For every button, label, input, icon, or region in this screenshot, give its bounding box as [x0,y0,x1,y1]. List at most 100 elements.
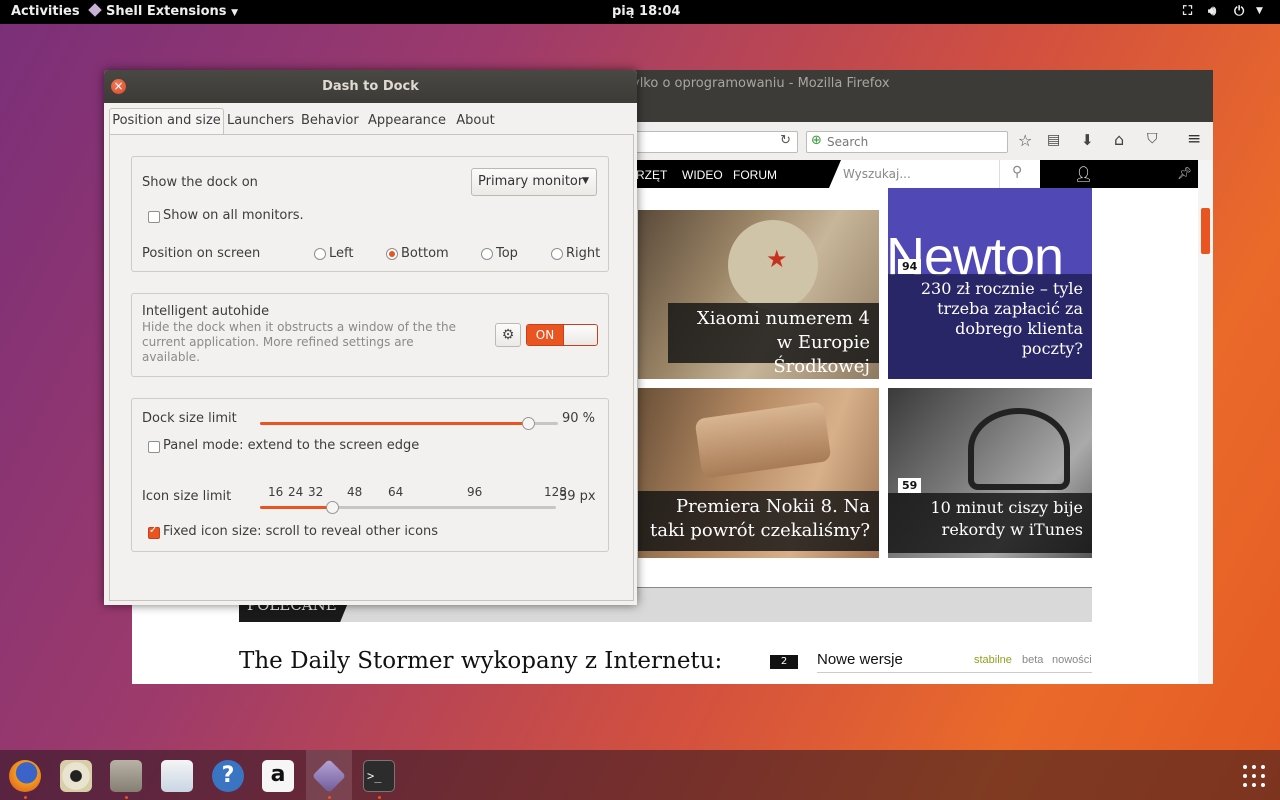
toggle-knob [563,325,597,345]
search-placeholder: Search [827,135,869,149]
position-right-label[interactable]: Right [566,246,600,261]
files-icon[interactable] [110,760,142,792]
tab-behavior[interactable]: Behavior [301,109,359,133]
versions-tab-new[interactable]: nowości [1052,654,1092,666]
article-headline[interactable]: The Daily Stormer wykopany z Internetu: [239,648,722,674]
page-scrollbar[interactable] [1198,160,1213,684]
fixed-icon-size-label[interactable]: Fixed icon size: scroll to reveal other … [163,524,438,539]
system-menu-chevron-icon[interactable]: ▼ [1256,6,1263,16]
position-bottom-label[interactable]: Bottom [401,246,449,261]
dialog-title: Dash to Dock [322,79,419,94]
slider-handle[interactable] [326,501,339,514]
terminal-icon[interactable]: >_ [363,760,395,792]
autohide-settings-button[interactable]: ⚙ [495,323,521,347]
app-menu[interactable]: Shell Extensions ▼ [88,3,238,19]
article-tile[interactable]: Premiera Nokii 8. Na taki powrót czekali… [638,388,879,558]
amazon-icon[interactable]: a [262,760,294,792]
article-image [968,408,1070,490]
icon-size-tick: 48 [347,485,363,499]
dash-to-dock-dialog: × Dash to Dock Position and size Launche… [104,70,637,605]
slider-handle[interactable] [522,417,535,430]
firefox-icon[interactable] [9,760,41,792]
volume-icon[interactable]: 🔊︎ [1208,4,1216,19]
reload-icon[interactable]: ↻ [780,133,791,148]
help-icon[interactable]: ? [212,760,244,792]
dock-size-value: 90 % [562,411,596,426]
autohide-description: Hide the dock when it obstructs a window… [142,320,456,364]
home-icon[interactable]: ⌂ [1114,130,1124,149]
menu-icon[interactable]: ≡ [1187,129,1201,149]
panel-mode-checkbox[interactable] [148,441,160,453]
running-indicator [378,796,381,799]
pocket-icon[interactable]: ⛉ [1147,131,1158,147]
downloads-icon[interactable]: ⬇ [1081,131,1094,149]
article-caption: 10 minut ciszy bije rekordy w iTunes [888,493,1092,553]
tab-appearance[interactable]: Appearance [368,109,446,133]
versions-title: Nowe wersje [817,651,903,668]
power-icon[interactable]: ⏻ [1234,4,1244,19]
tab-bar: Position and size Launchers Behavior App… [109,108,633,135]
search-input[interactable]: ⊕ Search [806,131,1008,153]
clock[interactable]: pią 18:04 [612,4,680,19]
show-all-monitors-label[interactable]: Show on all monitors. [163,208,304,223]
dialog-titlebar: × Dash to Dock [104,70,637,103]
site-search-input[interactable]: Wyszukaj... [829,160,999,188]
nav-item[interactable]: RZĘT [636,168,667,182]
article-tile[interactable]: 59 10 minut ciszy bije rekordy w iTunes [888,388,1092,558]
icon-size-value: 39 px [559,489,596,504]
url-bar[interactable]: ↻ [632,131,798,153]
article-tile[interactable]: ★ Xiaomi numerem 4 w Europie Środkowej [638,210,879,379]
position-bottom-radio[interactable] [386,248,398,260]
nav-item[interactable]: WIDEO [682,168,723,182]
show-all-monitors-checkbox[interactable] [148,211,160,223]
bookmark-star-icon[interactable]: ☆ [1018,131,1032,150]
autohide-toggle[interactable]: ON [526,324,598,346]
nav-item[interactable]: FORUM [733,168,777,182]
bookmarks-list-icon[interactable]: ▤ [1047,132,1060,148]
running-indicator [125,796,128,799]
star-icon: ★ [766,245,788,273]
monitor-select[interactable]: Primary monitor ▼ [471,168,597,196]
app-menu-icon [88,3,102,17]
counter-badge: 2 [770,655,798,669]
article-tile[interactable]: Newton 94 230 zł rocznie – tyle trzeba z… [888,188,1092,379]
running-indicator [24,796,27,799]
position-top-radio[interactable] [481,248,493,260]
pin-icon[interactable]: 📌︎ [1177,166,1192,180]
software-icon[interactable] [161,760,193,792]
icon-size-slider[interactable] [260,501,558,515]
toggle-state-label: ON [535,328,555,342]
user-icon[interactable]: 👤︎ [1074,165,1093,183]
position-right-radio[interactable] [551,248,563,260]
site-search-button[interactable]: ⚲ [999,160,1040,188]
panel-mode-label[interactable]: Panel mode: extend to the screen edge [163,438,419,453]
app-menu-label: Shell Extensions [106,4,227,19]
monitor-select-value: Primary monitor [478,174,584,189]
network-icon[interactable]: ⛶ [1183,4,1192,19]
position-on-screen-label: Position on screen [142,246,261,261]
article-caption: Premiera Nokii 8. Na taki powrót czekali… [638,491,879,551]
position-left-label[interactable]: Left [329,246,353,261]
size-group: Dock size limit 90 % Panel mode: extend … [131,398,609,552]
rhythmbox-icon[interactable] [60,760,92,792]
dock-size-slider[interactable] [260,417,558,431]
site-search-placeholder: Wyszukaj... [843,167,911,181]
versions-tab-beta[interactable]: beta [1022,654,1043,666]
position-top-label[interactable]: Top [496,246,518,261]
tab-position-and-size[interactable]: Position and size [109,108,224,135]
tab-launchers[interactable]: Launchers [227,109,294,133]
activities-button[interactable]: Activities [11,4,80,19]
autohide-group: Intelligent autohide Hide the dock when … [131,293,609,377]
comment-count-badge: 59 [898,478,922,493]
scrollbar-thumb[interactable] [1201,208,1210,254]
show-applications-icon[interactable] [1242,764,1266,788]
fixed-icon-size-checkbox[interactable] [148,525,160,539]
icon-size-tick: 32 [308,485,324,499]
tab-about[interactable]: About [453,109,498,133]
dock-size-label: Dock size limit [142,411,237,426]
slider-fill [260,422,528,425]
position-left-radio[interactable] [314,248,326,260]
tab-page: Show the dock on Primary monitor ▼ Show … [109,134,634,601]
versions-tab-stable[interactable]: stabilne [974,654,1012,666]
grid-icon [1243,765,1265,787]
